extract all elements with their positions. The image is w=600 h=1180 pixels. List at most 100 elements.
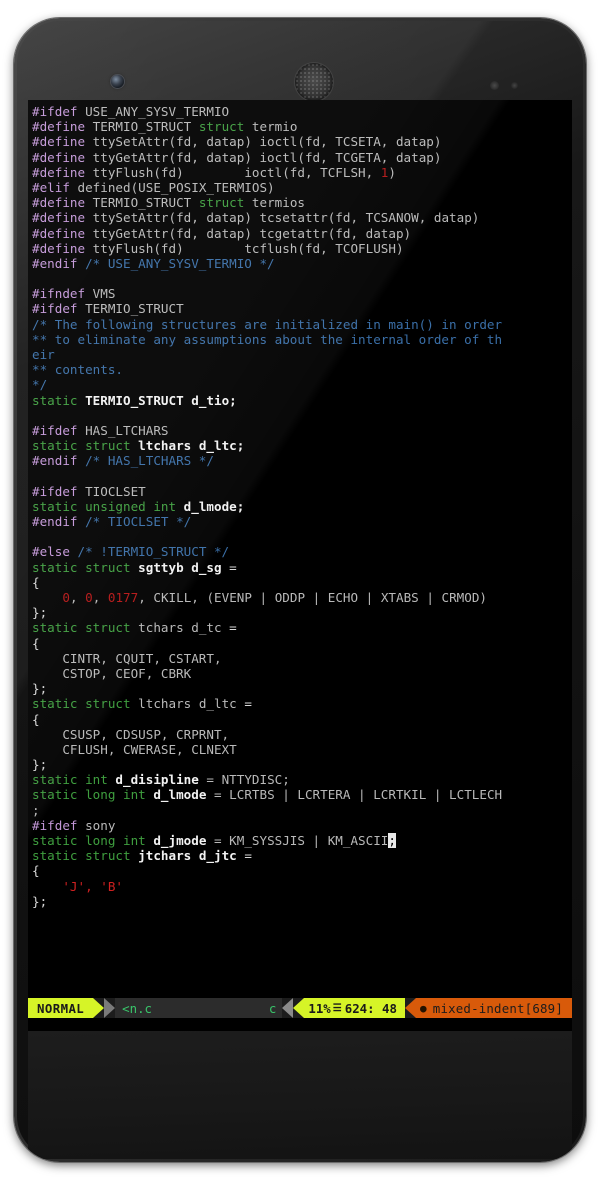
code-token: ** contents. [32,362,123,378]
code-token: #define [32,164,93,180]
code-line: 'J', 'B' [32,879,572,894]
code-token: #define [32,149,93,165]
code-token: termios [244,195,305,211]
code-token: ttySetAttr(fd, datap) ioctl(fd, TCSETA, … [92,134,442,150]
code-token: #endif [32,255,86,271]
code-token: ** to eliminate any assumptions about th… [32,331,503,347]
code-line: #endif /* TIOCLSET */ [32,514,572,529]
code-token: ; [32,802,40,818]
code-line: #define ttyFlush(fd) tcflush(fd, TCOFLUS… [32,241,572,256]
code-token: #define [32,134,93,150]
code-token: #define [32,119,93,135]
code-token: sgttyb d_sg [138,559,222,575]
code-token: #define [32,210,93,226]
code-token: static long int [32,833,146,848]
code-token: #ifdef [32,104,86,119]
code-token: #ifdef [32,483,86,499]
code-token: #endif [32,514,86,530]
code-token: CFLUSH, CWERASE, CLNEXT [32,741,237,757]
code-line: #define ttySetAttr(fd, datap) tcsetattr(… [32,210,572,225]
code-token: TERMIO_STRUCT d_tio; [85,392,237,408]
code-token: , CKILL, (EVENP | ODDP | ECHO | XTABS | … [138,590,487,605]
code-line: #define ttyGetAttr(fd, datap) tcgetattr(… [32,226,572,241]
code-token: = [236,848,252,864]
code-line: static TERMIO_STRUCT d_tio; [32,393,572,408]
code-line: #endif /* HAS_LTCHARS */ [32,453,572,468]
code-token: static int [32,772,108,788]
code-line: ** contents. [32,362,572,377]
code-token: #else [32,544,78,560]
code-line: #ifdef TIOCLSET [32,484,572,499]
code-line: 0, 0, 0177, CKILL, (EVENP | ODDP | ECHO … [32,590,572,605]
code-token: { [32,574,40,590]
code-token: */ [32,377,48,393]
powerline-arrow-icon [93,998,105,1018]
code-token: eir [32,347,55,362]
code-line: }; [32,681,572,696]
code-line: static struct sgttyb d_sg = [32,560,572,575]
code-line: #ifdef USE_ANY_SYSV_TERMIO [32,104,572,119]
code-token: static struct [32,559,131,575]
powerline-arrow-warning-icon [404,998,416,1018]
code-token: TERMIO_STRUCT [92,195,199,211]
code-line: }; [32,894,572,909]
code-line: { [32,863,572,878]
code-token: #endif [32,453,86,469]
code-token: #define [32,240,93,256]
code-line: #ifndef VMS [32,286,572,301]
code-token: #ifndef [32,286,93,302]
code-line: ** to eliminate any assumptions about th… [32,332,572,347]
status-filename: <n.c [115,998,159,1018]
code-line: CINTR, CQUIT, CSTART, [32,651,572,666]
code-line: static int d_disipline = NTTYDISC; [32,772,572,787]
code-token: }; [32,757,48,773]
code-line: CSUSP, CDSUSP, CRPRNT, [32,727,572,742]
code-line: }; [32,605,572,620]
code-line: #ifdef HAS_LTCHARS [32,423,572,438]
code-line: */ [32,377,572,392]
code-line: eir [32,347,572,362]
code-token: = [221,559,237,575]
code-token: static struct [32,620,131,636]
code-token: #elif [32,179,78,195]
code-line: static struct ltchars d_ltc = [32,696,572,711]
code-line: }; [32,757,572,772]
code-token: termio [244,119,298,135]
code-token: { [32,711,40,727]
code-line: { [32,575,572,590]
code-token: VMS [92,286,116,302]
code-line: #ifdef sony [32,818,572,833]
vim-terminal[interactable]: #ifdef USE_ANY_SYSV_TERMIO #define TERMIO… [28,100,572,1031]
code-token: tchars d_tc [138,620,222,636]
code-token: /* !TERMIO_STRUCT */ [77,544,230,560]
code-line: static unsigned int d_lmode; [32,499,572,514]
code-token: ltchars d_ltc; [138,438,245,454]
code-token: static long int [32,787,146,803]
phone-frame: #ifdef USE_ANY_SYSV_TERMIO #define TERMIO… [14,18,586,1162]
text-cursor: ; [388,833,396,848]
code-line: #define ttySetAttr(fd, datap) ioctl(fd, … [32,134,572,149]
code-token: #ifdef [32,301,86,317]
code-line: static long int d_lmode = LCRTBS | LCRTE… [32,787,572,802]
code-token: = [221,620,237,636]
code-token: #ifdef [32,817,86,833]
line-number-icon: ☰ [332,1002,342,1014]
code-token: ltchars d_ltc [138,696,237,712]
code-buffer[interactable]: #ifdef USE_ANY_SYSV_TERMIO #define TERMIO… [28,100,572,909]
code-token: }; [32,605,48,621]
code-line: static struct jtchars d_jtc = [32,848,572,863]
code-token: { [32,863,40,879]
code-token: #define [32,225,93,241]
code-token: 0 [85,590,93,605]
code-token: , [92,590,108,605]
code-token: static unsigned int [32,498,177,514]
code-token: defined(USE_POSIX_TERMIOS) [77,179,275,195]
code-token: /* HAS_LTCHARS */ [85,453,214,469]
phone-screen[interactable]: #ifdef USE_ANY_SYSV_TERMIO #define TERMIO… [28,100,572,1031]
code-token: /* USE_ANY_SYSV_TERMIO */ [85,255,275,271]
code-token: d_lmode; [183,498,245,514]
code-line: #define ttyGetAttr(fd, datap) ioctl(fd, … [32,150,572,165]
